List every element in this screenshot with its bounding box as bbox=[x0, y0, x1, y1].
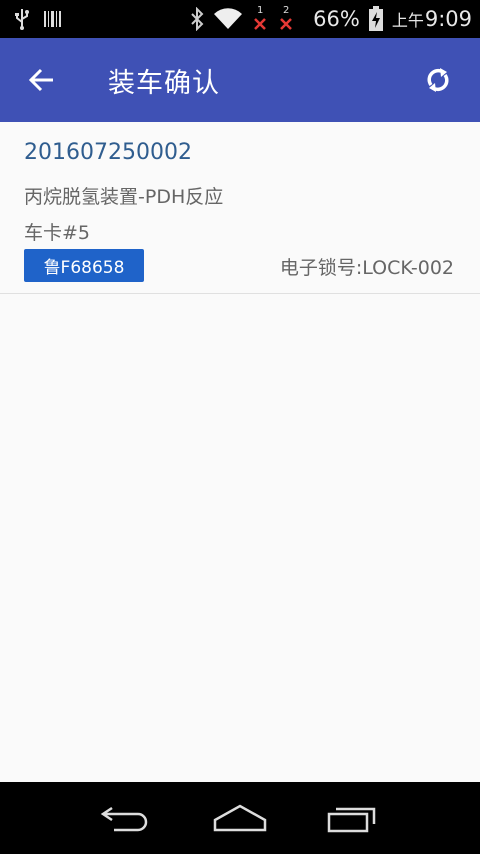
recents-nav-icon bbox=[328, 807, 376, 833]
nav-back-button[interactable] bbox=[92, 782, 162, 854]
battery-percent: 66% bbox=[313, 7, 360, 31]
clock: 上午 9:09 bbox=[392, 7, 472, 31]
battery-charging-icon bbox=[368, 6, 384, 32]
back-nav-icon bbox=[100, 806, 147, 832]
no-service-x-icon bbox=[280, 18, 293, 30]
sim2-label: 2 bbox=[282, 5, 290, 16]
refresh-icon bbox=[427, 68, 449, 92]
status-bar-right: 1 2 66% 上午 9:09 bbox=[189, 4, 472, 34]
truck-card-number: 车卡#5 bbox=[24, 222, 91, 244]
screen: 1 2 66% 上午 9:09 装车确认 201607250002 丙烷脱氢装置… bbox=[0, 0, 480, 854]
status-bar-left bbox=[14, 8, 62, 30]
page-title: 装车确认 bbox=[108, 67, 220, 99]
signal-sim2-no-service-icon: 2 bbox=[277, 4, 295, 34]
wifi-icon bbox=[213, 8, 243, 30]
navigation-bar bbox=[0, 782, 480, 854]
device-name: 丙烷脱氢装置-PDH反应 bbox=[24, 186, 224, 208]
home-nav-icon bbox=[213, 804, 267, 832]
nav-home-button[interactable] bbox=[205, 782, 275, 854]
sim1-label: 1 bbox=[256, 5, 264, 16]
usb-icon bbox=[14, 8, 30, 30]
barcode-icon bbox=[44, 9, 62, 29]
order-number: 201607250002 bbox=[24, 140, 192, 165]
no-service-x-icon bbox=[254, 18, 267, 30]
electronic-lock-number: 电子锁号:LOCK-002 bbox=[279, 257, 454, 279]
signal-sim1-no-service-icon: 1 bbox=[251, 4, 269, 34]
list-item[interactable]: 201607250002 丙烷脱氢装置-PDH反应 车卡#5 鲁F68658 电… bbox=[0, 122, 480, 294]
back-button[interactable] bbox=[0, 38, 84, 122]
bluetooth-icon bbox=[189, 7, 205, 31]
nav-recents-button[interactable] bbox=[318, 782, 388, 854]
status-bar: 1 2 66% 上午 9:09 bbox=[0, 0, 480, 38]
license-plate-badge: 鲁F68658 bbox=[24, 249, 144, 282]
arrow-left-icon bbox=[28, 68, 53, 92]
time: 9:09 bbox=[424, 7, 472, 31]
time-prefix: 上午 bbox=[391, 11, 424, 30]
refresh-button[interactable] bbox=[396, 38, 480, 122]
order-list: 201607250002 丙烷脱氢装置-PDH反应 车卡#5 鲁F68658 电… bbox=[0, 122, 480, 294]
app-bar: 装车确认 bbox=[0, 38, 480, 122]
